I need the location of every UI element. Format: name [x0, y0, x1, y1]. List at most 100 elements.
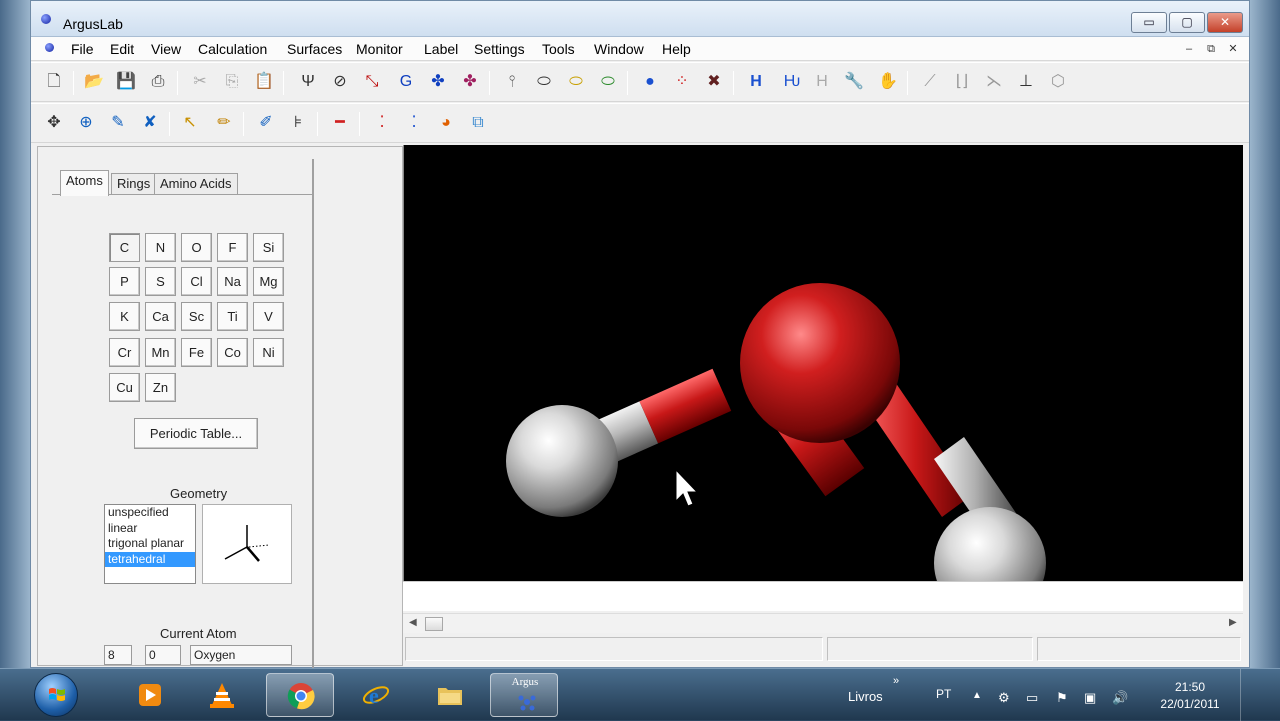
tray-expand-icon[interactable]: ▲: [972, 690, 982, 701]
volume-icon[interactable]: 🔊: [1112, 690, 1128, 706]
tab-amino-acids[interactable]: Amino Acids: [154, 173, 238, 195]
new-file-icon[interactable]: 🗋: [43, 71, 65, 93]
molecule-viewport[interactable]: [403, 145, 1243, 581]
network-tray-icon[interactable]: ⚙: [998, 690, 1010, 706]
bond-y-icon[interactable]: Ψ: [297, 71, 319, 93]
element-button-fe[interactable]: Fe: [181, 338, 212, 367]
move-icon[interactable]: ✥: [43, 112, 65, 134]
menu-edit[interactable]: Edit: [110, 41, 134, 57]
menu-file[interactable]: File: [71, 41, 94, 57]
select-x-icon[interactable]: ✘: [139, 112, 161, 134]
ring-icon[interactable]: ⊘: [329, 71, 351, 93]
menu-monitor[interactable]: Monitor: [356, 41, 403, 57]
color-wheel-icon[interactable]: ◕: [435, 112, 457, 134]
branch-icon[interactable]: ⋋: [983, 71, 1005, 93]
menu-label[interactable]: Label: [424, 41, 458, 57]
title-bar[interactable]: ArgusLab ▭ ▢ ✕: [31, 1, 1249, 37]
atom-pair-blue-icon[interactable]: ⁚: [403, 112, 425, 134]
element-button-si[interactable]: Si: [253, 233, 284, 262]
element-button-k[interactable]: K: [109, 302, 140, 331]
scroll-left-icon[interactable]: ◀: [409, 617, 417, 628]
axis-icon[interactable]: ⊥: [1015, 71, 1037, 93]
tree-icon[interactable]: ⊧: [287, 112, 309, 134]
atom-pair-red-icon[interactable]: ⁚: [371, 112, 393, 134]
taskbar-vlc[interactable]: [188, 673, 256, 717]
save-icon[interactable]: 💾: [115, 71, 137, 93]
taskbar-explorer[interactable]: [416, 673, 484, 717]
guess-geometry-icon[interactable]: G: [395, 71, 417, 93]
capsule-icon[interactable]: ⬭: [533, 71, 555, 93]
taskbar-internet-explorer[interactable]: e: [342, 673, 410, 717]
toolbar-chevron-icon[interactable]: »: [893, 675, 899, 687]
blue-atom-icon[interactable]: ●: [639, 71, 661, 93]
molecule-tool-icon[interactable]: ✤: [427, 71, 449, 93]
menu-settings[interactable]: Settings: [474, 41, 525, 57]
chain-icon[interactable]: ⟋: [919, 71, 941, 93]
cut-icon[interactable]: ✂: [189, 71, 211, 93]
close-button[interactable]: ✕: [1207, 12, 1243, 33]
element-button-n[interactable]: N: [145, 233, 176, 262]
toolbar-livros[interactable]: Livros: [848, 689, 883, 704]
open-folder-icon[interactable]: 📂: [83, 71, 105, 93]
menu-calculation[interactable]: Calculation: [198, 41, 267, 57]
tab-atoms[interactable]: Atoms: [60, 170, 109, 196]
geometry-option-tetrahedral[interactable]: tetrahedral: [105, 551, 195, 567]
draw-pencil-icon[interactable]: ✏: [213, 112, 235, 134]
geometry-option-linear[interactable]: linear: [105, 521, 195, 537]
network-monitor-icon[interactable]: ▣: [1084, 690, 1096, 706]
element-button-cr[interactable]: Cr: [109, 338, 140, 367]
element-button-cu[interactable]: Cu: [109, 373, 140, 402]
select-pencil-icon[interactable]: ✎: [107, 112, 129, 134]
taskbar-chrome[interactable]: [266, 673, 334, 717]
menu-surfaces[interactable]: Surfaces: [287, 41, 342, 57]
menu-help[interactable]: Help: [662, 41, 691, 57]
hydrogen-atom-right[interactable]: [934, 507, 1046, 581]
rotate-icon[interactable]: ⊕: [75, 112, 97, 134]
paste-icon[interactable]: 📋: [253, 71, 275, 93]
bond-minus-icon[interactable]: ━: [329, 112, 351, 134]
element-button-p[interactable]: P: [109, 267, 140, 296]
hydrogen-bond-icon[interactable]: Ƕ: [781, 71, 803, 93]
minimize-button[interactable]: ▭: [1131, 12, 1167, 33]
ring-chain-icon[interactable]: ⬡: [1047, 71, 1069, 93]
red-atoms-icon[interactable]: ⁘: [671, 71, 693, 93]
bracket-icon[interactable]: ⌊⌋: [951, 71, 973, 93]
element-button-v[interactable]: V: [253, 302, 284, 331]
geometry-option-unspecified[interactable]: unspecified: [105, 505, 195, 521]
menu-view[interactable]: View: [151, 41, 181, 57]
hand-icon[interactable]: ✋: [877, 71, 899, 93]
element-button-c[interactable]: C: [109, 233, 140, 262]
box-icon[interactable]: ⧉: [467, 112, 489, 134]
taskbar-arguslab[interactable]: Argus: [490, 673, 558, 717]
mdi-restore-button[interactable]: ⧉: [1201, 41, 1221, 57]
hydrogen-atom-left[interactable]: [506, 405, 618, 517]
pick-icon[interactable]: ↖: [179, 112, 201, 134]
display-tray-icon[interactable]: ▭: [1026, 690, 1038, 706]
start-button[interactable]: [34, 673, 78, 717]
maximize-button[interactable]: ▢: [1169, 12, 1205, 33]
mdi-minimize-button[interactable]: –: [1179, 41, 1199, 57]
print-icon[interactable]: ⎙: [147, 71, 169, 93]
oxygen-atom[interactable]: [740, 283, 900, 443]
element-button-na[interactable]: Na: [217, 267, 248, 296]
periodic-table-button[interactable]: Periodic Table...: [134, 418, 258, 449]
taskbar-media-player[interactable]: [116, 673, 184, 717]
element-button-mn[interactable]: Mn: [145, 338, 176, 367]
horizontal-scrollbar[interactable]: ◀ ▶: [403, 613, 1243, 633]
delete-atoms-icon[interactable]: ✖: [703, 71, 725, 93]
system-clock[interactable]: 21:50 22/01/2011: [1148, 679, 1232, 713]
menu-tools[interactable]: Tools: [542, 41, 575, 57]
element-button-ca[interactable]: Ca: [145, 302, 176, 331]
show-desktop-button[interactable]: [1240, 669, 1280, 721]
element-button-sc[interactable]: Sc: [181, 302, 212, 331]
scroll-right-icon[interactable]: ▶: [1229, 617, 1237, 628]
language-indicator[interactable]: PT: [936, 687, 951, 701]
element-button-s[interactable]: S: [145, 267, 176, 296]
add-hydrogens-icon[interactable]: H: [745, 71, 767, 93]
element-button-ni[interactable]: Ni: [253, 338, 284, 367]
element-button-mg[interactable]: Mg: [253, 267, 284, 296]
element-button-ti[interactable]: Ti: [217, 302, 248, 331]
molecule-tool-2-icon[interactable]: ✤: [459, 71, 481, 93]
torsion-icon[interactable]: ⤡: [361, 71, 383, 93]
geometry-option-trigonal-planar[interactable]: trigonal planar: [105, 536, 195, 552]
